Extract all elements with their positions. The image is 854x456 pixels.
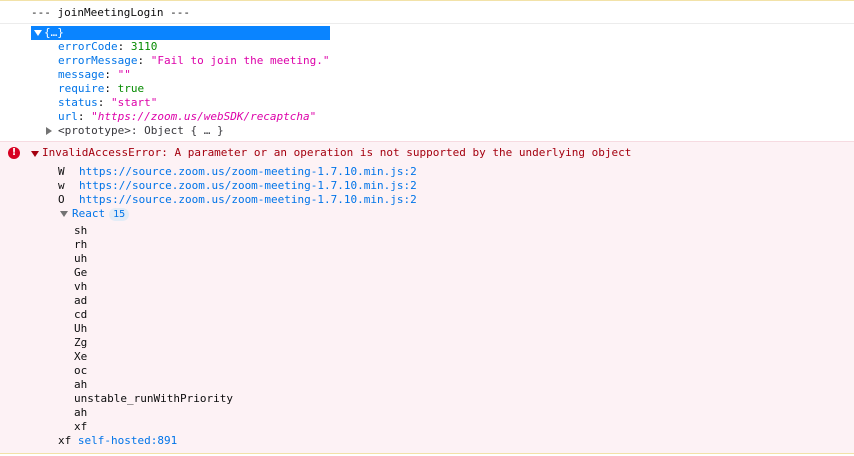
stack-frame[interactable]: xf self-hosted:891 [58,434,177,448]
property-value: "" [117,68,131,81]
group-name: React [72,207,106,220]
property-value: "start" [111,96,158,109]
frame-location-link[interactable]: https://source.zoom.us/zoom-meeting-1.7.… [79,165,417,178]
property-key: require [58,82,105,95]
log-message-text: --- joinMeetingLogin --- [31,6,190,19]
collapsed-triangle-icon[interactable] [46,127,52,135]
property-key: status [58,96,98,109]
group-frame[interactable]: unstable_runWithPriority [74,392,233,406]
property-value: 3110 [130,40,158,53]
group-frame[interactable]: vh [74,280,87,294]
frame-location-link[interactable]: https://source.zoom.us/zoom-meeting-1.7.… [79,179,417,192]
warning-divider-bottom [0,453,854,454]
group-frame[interactable]: xf [74,420,87,434]
prototype-row[interactable]: <prototype>: Object { … } [46,124,224,138]
prototype-label: <prototype>: Object { … } [58,124,224,137]
expand-triangle-icon[interactable] [34,30,42,36]
property-key: url [58,110,78,123]
property-value-link[interactable]: "https://zoom.us/webSDK/recaptcha" [91,110,316,123]
group-frame[interactable]: Xe [74,350,87,364]
property-key: errorCode [58,40,118,53]
frame-function: w [58,179,65,192]
frame-function: xf [58,434,72,447]
react-frame-group-toggle[interactable]: React 15 [60,207,130,221]
group-count-badge: 15 [109,208,130,221]
stack-frame[interactable]: Whttps://source.zoom.us/zoom-meeting-1.7… [58,165,417,179]
object-property-row[interactable]: status: "start" [58,96,157,110]
stacktrace-toggle-icon[interactable] [31,151,39,157]
property-key: message [58,68,105,81]
object-inspector: {…} errorCode: 3110 errorMessage: "Fail … [0,23,854,141]
group-frame[interactable]: Uh [74,322,87,336]
property-key: errorMessage [58,54,138,67]
object-property-row[interactable]: require: true [58,82,144,96]
group-frame[interactable]: Zg [74,336,87,350]
group-frame[interactable]: cd [74,308,87,322]
web-console: --- joinMeetingLogin --- {…} errorCode: … [0,0,854,456]
group-frame[interactable]: sh [74,224,87,238]
stack-frame[interactable]: Ohttps://source.zoom.us/zoom-meeting-1.7… [58,193,417,207]
group-frame[interactable]: ah [74,378,87,392]
group-frame[interactable]: oc [74,364,87,378]
object-preview-label: {…} [44,26,64,39]
group-frame[interactable]: Ge [74,266,87,280]
object-property-row[interactable]: url: "https://zoom.us/webSDK/recaptcha" [58,110,316,124]
error-icon: ! [8,147,20,159]
object-header-selected[interactable]: {…} [31,26,330,40]
property-value: "Fail to join the meeting." [150,54,330,67]
group-frame[interactable]: ad [74,294,87,308]
frame-function: W [58,165,65,178]
object-property-row[interactable]: message: "" [58,68,131,82]
frame-location-link[interactable]: https://source.zoom.us/zoom-meeting-1.7.… [79,193,417,206]
error-message-block: ! InvalidAccessError: A parameter or an … [0,141,854,454]
error-message-text[interactable]: InvalidAccessError: A parameter or an op… [42,146,631,160]
object-property-row[interactable]: errorMessage: "Fail to join the meeting.… [58,54,330,68]
log-message-row: --- joinMeetingLogin --- [0,1,854,24]
stack-frame[interactable]: w https://source.zoom.us/zoom-meeting-1.7… [58,179,417,193]
object-property-row[interactable]: errorCode: 3110 [58,40,157,54]
group-expand-triangle-icon[interactable] [60,211,68,217]
frame-function: O [58,193,65,206]
group-frame[interactable]: rh [74,238,87,252]
frame-location-link[interactable]: self-hosted:891 [78,434,177,447]
group-frame[interactable]: ah [74,406,87,420]
property-value: true [117,82,145,95]
group-frame[interactable]: uh [74,252,87,266]
